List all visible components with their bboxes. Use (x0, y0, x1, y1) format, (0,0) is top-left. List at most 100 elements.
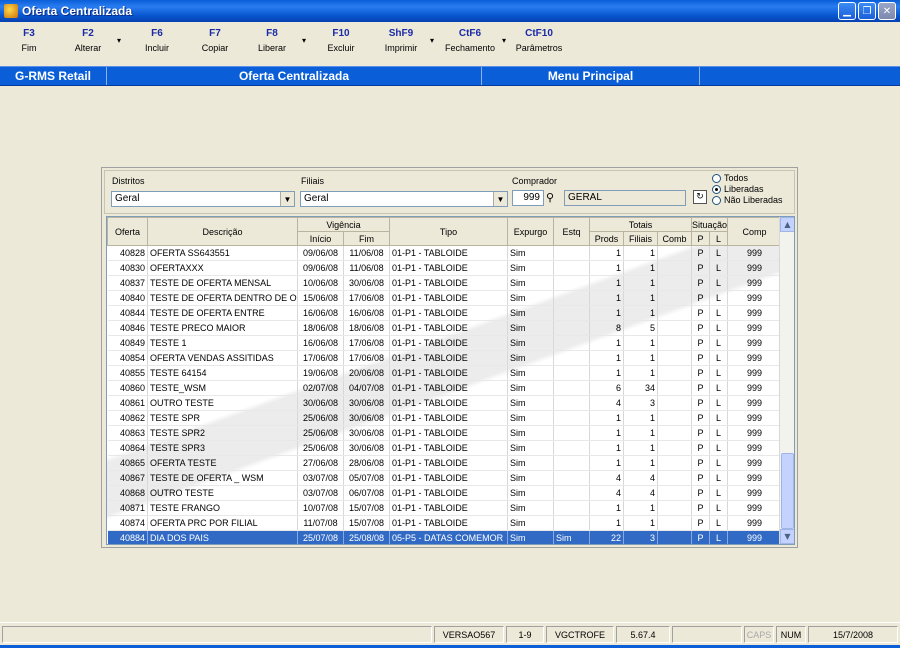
table-row[interactable]: 40871 TESTE FRANGO 10/07/08 15/07/08 01-P1 -… (107, 500, 781, 516)
table-row[interactable]: 40830 OFERTAXXX 09/06/08 11/06/08 01-P1 - TA… (107, 260, 781, 276)
tool-incluir[interactable]: F6 Incluir (137, 28, 177, 53)
minimize-button[interactable]: ▁ (838, 2, 856, 20)
tool-copiar[interactable]: F7 Copiar (195, 28, 235, 53)
cell-l: L (709, 440, 728, 456)
distritos-select[interactable]: Geral ▼ (111, 191, 295, 207)
chevron-down-icon[interactable]: ▼ (780, 529, 794, 544)
tool-alterar[interactable]: F2 Alterar (68, 28, 108, 53)
cell-p: P (691, 290, 710, 306)
radio-todos[interactable]: Todos (712, 173, 783, 184)
radio-liberadas[interactable]: Liberadas (712, 184, 783, 195)
cell-inicio: 25/06/08 (297, 425, 344, 441)
table-row[interactable]: 40861 OUTRO TESTE 30/06/08 30/06/08 01-P1 - … (107, 395, 781, 411)
cell-estq (553, 485, 590, 501)
cell-oferta: 40874 (107, 515, 148, 531)
table-row[interactable]: 40864 TESTE SPR3 25/06/08 30/06/08 01-P1 - T… (107, 440, 781, 456)
table-row[interactable]: 40840 TESTE DE OFERTA DENTRO DE OF 15/06/0… (107, 290, 781, 306)
col-comp[interactable]: Comp (727, 217, 781, 246)
table-row[interactable]: 40828 OFERTA SS643551 09/06/08 11/06/08 01-P… (107, 245, 781, 261)
cell-expurgo: Sim (507, 350, 554, 366)
status-num: NUM (776, 626, 806, 643)
comprador-code-input[interactable]: 999 (512, 190, 544, 206)
cell-inicio: 15/06/08 (297, 290, 344, 306)
cell-prods: 1 (589, 335, 624, 351)
col-fim[interactable]: Fim (343, 231, 390, 246)
cell-tipo: 01-P1 - TABLOIDE (389, 425, 508, 441)
cell-comb (657, 515, 692, 531)
chevron-down-icon[interactable]: ▾ (502, 36, 506, 45)
col-descricao[interactable]: Descrição (147, 217, 298, 246)
tool-liberar[interactable]: F8 Liberar (252, 28, 292, 53)
tool-parametros[interactable]: CtF10 Parâmetros (512, 28, 566, 53)
table-row[interactable]: 40854 OFERTA VENDAS ASSITIDAS 17/06/08 17/0… (107, 350, 781, 366)
cell-fim: 25/08/08 (343, 530, 390, 544)
cell-l: L (709, 365, 728, 381)
cell-estq (553, 500, 590, 516)
cell-oferta: 40865 (107, 455, 148, 471)
table-row[interactable]: 40874 OFERTA PRC POR FILIAL 11/07/08 15/07/… (107, 515, 781, 531)
cell-expurgo: Sim (507, 320, 554, 336)
refresh-icon[interactable]: ↻ (693, 190, 707, 204)
tool-imprimir[interactable]: ShF9 Imprimir (378, 28, 424, 53)
binoculars-icon[interactable]: ⚲ (546, 191, 554, 204)
cell-oferta: 40867 (107, 470, 148, 486)
col-comb[interactable]: Comb (657, 231, 692, 246)
table-row[interactable]: 40865 OFERTA TESTE 27/06/08 28/06/08 01-P1 -… (107, 455, 781, 471)
col-p[interactable]: P (691, 231, 710, 246)
tool-key: F6 (151, 28, 163, 39)
table-row[interactable]: 40867 TESTE DE OFERTA _ WSM 03/07/08 05/07/… (107, 470, 781, 486)
tool-fim[interactable]: F3 Fim (14, 28, 44, 53)
tool-excluir[interactable]: F10 Excluir (318, 28, 364, 53)
table-row[interactable]: 40868 OUTRO TESTE 03/07/08 06/07/08 01-P1 - … (107, 485, 781, 501)
col-tipo[interactable]: Tipo (389, 217, 508, 246)
col-prods[interactable]: Prods (589, 231, 624, 246)
chevron-down-icon[interactable]: ▾ (430, 36, 434, 45)
chevron-up-icon[interactable]: ▲ (780, 217, 794, 232)
col-l[interactable]: L (709, 231, 728, 246)
col-expurgo[interactable]: Expurgo (507, 217, 554, 246)
cell-l: L (709, 485, 728, 501)
col-inicio[interactable]: Início (297, 231, 344, 246)
cell-descricao: TESTE FRANGO (147, 500, 298, 516)
cell-oferta: 40854 (107, 350, 148, 366)
table-row[interactable]: 40844 TESTE DE OFERTA ENTRE 16/06/08 16/06/… (107, 305, 781, 321)
table-row[interactable]: 40862 TESTE SPR 25/06/08 30/06/08 01-P1 - TA… (107, 410, 781, 426)
col-estq[interactable]: Estq (553, 217, 590, 246)
table-row[interactable]: 40846 TESTE PRECO MAIOR 18/06/08 18/06/08 01… (107, 320, 781, 336)
cell-comb (657, 350, 692, 366)
filiais-value: Geral (304, 193, 329, 204)
tool-fechamento[interactable]: CtF6 Fechamento (440, 28, 500, 53)
tool-label: Imprimir (384, 43, 418, 53)
cell-p: P (691, 335, 710, 351)
chevron-down-icon[interactable]: ▾ (117, 36, 121, 45)
cell-oferta: 40837 (107, 275, 148, 291)
menu-principal-link[interactable]: Menu Principal (482, 67, 700, 85)
table-row[interactable]: 40849 TESTE 1 16/06/08 17/06/08 01-P1 - TABL… (107, 335, 781, 351)
table-row[interactable]: 40884 DIA DOS PAIS 25/07/08 25/08/08 05-P5 -… (107, 530, 781, 544)
chevron-down-icon[interactable]: ▾ (302, 36, 306, 45)
restore-button[interactable]: ❐ (858, 2, 876, 20)
grid-scrollbar[interactable]: ▲ ▼ (779, 217, 794, 544)
cell-comp: 999 (727, 305, 781, 321)
filiais-select[interactable]: Geral ▼ (300, 191, 508, 207)
radio-nao-liberadas[interactable]: Não Liberadas (712, 195, 783, 206)
cell-l: L (709, 275, 728, 291)
table-row[interactable]: 40863 TESTE SPR2 25/06/08 30/06/08 01-P1 - T… (107, 425, 781, 441)
cell-tipo: 01-P1 - TABLOIDE (389, 485, 508, 501)
table-row[interactable]: 40860 TESTE_WSM 02/07/08 04/07/08 01-P1 - TA… (107, 380, 781, 396)
col-oferta[interactable]: Oferta (107, 217, 148, 246)
tool-key: ShF9 (388, 28, 414, 39)
offers-table-body: 40828 OFERTA SS643551 09/06/08 11/06/08 01-P… (107, 245, 781, 544)
cell-l: L (709, 395, 728, 411)
cell-p: P (691, 470, 710, 486)
table-row[interactable]: 40855 TESTE 64154 19/06/08 20/06/08 01-P1 - … (107, 365, 781, 381)
col-filiais[interactable]: Filiais (623, 231, 658, 246)
cell-expurgo: Sim (507, 380, 554, 396)
scrollbar-thumb[interactable] (781, 453, 794, 529)
table-row[interactable]: 40837 TESTE DE OFERTA MENSAL 10/06/08 30/06… (107, 275, 781, 291)
cell-comb (657, 290, 692, 306)
chevron-down-icon[interactable]: ▼ (280, 192, 294, 206)
close-button[interactable]: ✕ (878, 2, 896, 20)
cell-fim: 30/06/08 (343, 275, 390, 291)
chevron-down-icon[interactable]: ▼ (493, 192, 507, 206)
